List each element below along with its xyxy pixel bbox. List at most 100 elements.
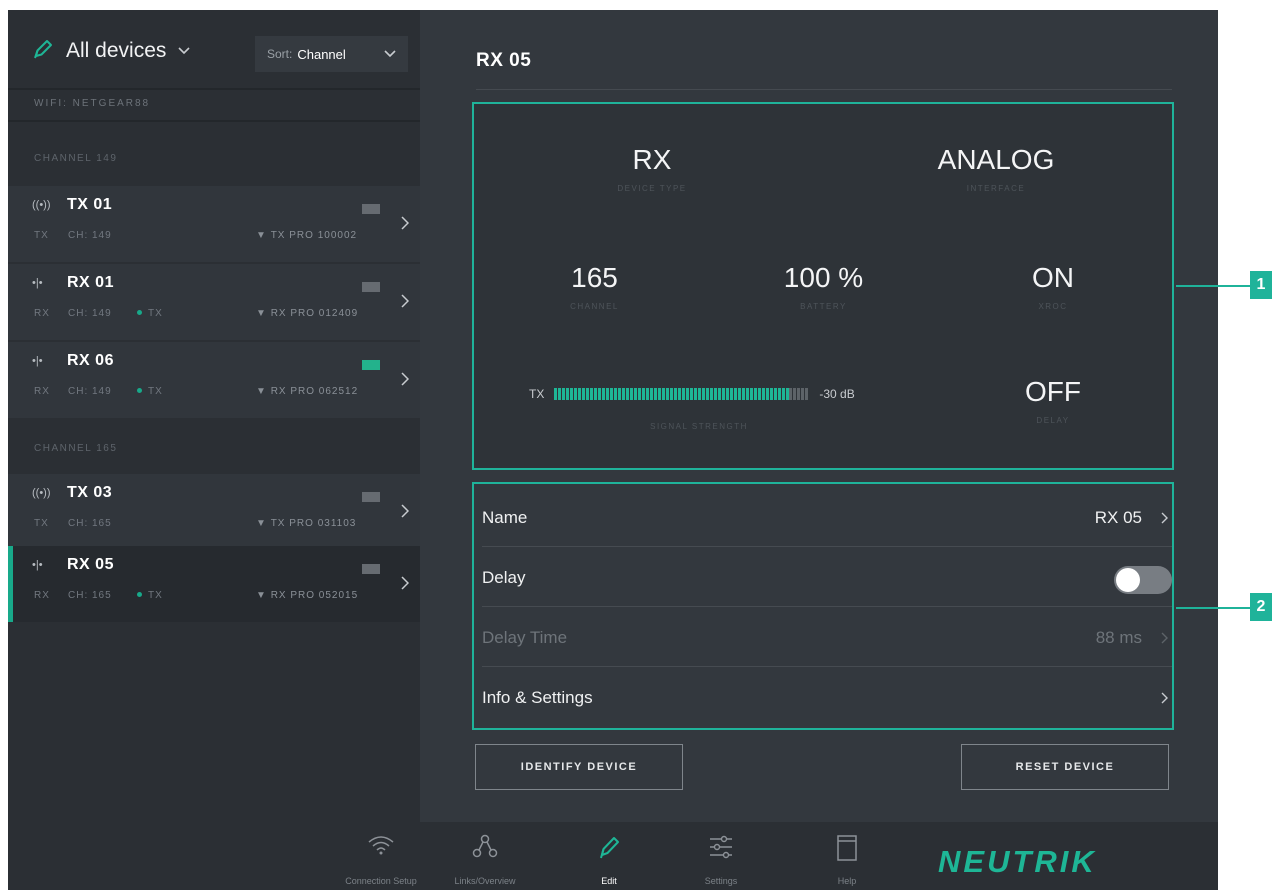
device-type: TX xyxy=(34,230,49,241)
device-row-tx03[interactable]: ((•)) TX 03 TX CH: 165 ▼ TX PRO 031103 xyxy=(8,474,420,550)
device-filter-dropdown[interactable]: All devices xyxy=(66,36,190,66)
device-sidebar: All devices Sort: Channel WIFI: NETGEAR8… xyxy=(8,10,420,818)
battery-icon xyxy=(362,282,380,292)
chevron-right-icon xyxy=(1161,632,1168,644)
chevron-right-icon xyxy=(401,294,409,308)
xroc-label: XROC xyxy=(1038,302,1068,311)
device-row-rx01[interactable]: •|• RX 01 RX CH: 149 TX ▼ RX PRO 012409 xyxy=(8,264,420,340)
transmitter-icon: ((•)) xyxy=(32,487,51,499)
nav-label: Connection Setup xyxy=(345,876,417,886)
nav-label: Links/Overview xyxy=(454,876,516,886)
battery-value: 100 % xyxy=(783,262,864,293)
battery-icon xyxy=(362,360,380,370)
device-model: ▼ RX PRO 052015 xyxy=(256,590,359,601)
channel-heading: CHANNEL 165 xyxy=(34,443,118,454)
device-row-rx06[interactable]: •|• RX 06 RX CH: 149 TX ▼ RX PRO 062512 xyxy=(8,342,420,418)
nav-connection-setup[interactable]: Connection Setup xyxy=(336,822,426,890)
xroc-value: ON xyxy=(1032,262,1074,293)
bottom-nav: Connection Setup Links/Overview Edit Set… xyxy=(8,822,1218,890)
battery-label: BATTERY xyxy=(800,302,847,311)
device-type-cell: RX DEVICE TYPE xyxy=(482,112,822,232)
nav-label: Settings xyxy=(704,876,738,886)
channel-heading: CHANNEL 149 xyxy=(34,153,118,164)
reset-device-button[interactable]: RESET DEVICE xyxy=(961,744,1169,790)
device-name: RX 05 xyxy=(67,556,114,573)
device-type: TX xyxy=(34,518,49,529)
name-setting-label: Name xyxy=(482,508,528,527)
app-window: All devices Sort: Channel WIFI: NETGEAR8… xyxy=(8,10,1218,890)
interface-cell: ANALOG INTERFACE xyxy=(826,112,1166,232)
battery-icon xyxy=(362,204,380,214)
device-model: ▼ TX PRO 031103 xyxy=(256,518,357,529)
interface-value: ANALOG xyxy=(937,144,1055,175)
delay-cell: OFF DELAY xyxy=(940,348,1166,460)
signal-db-value: -30 dB xyxy=(819,387,855,401)
toggle-knob xyxy=(1116,568,1140,592)
receiver-icon: •|• xyxy=(32,559,43,571)
info-settings-label: Info & Settings xyxy=(482,688,593,707)
channel-value: 165 xyxy=(571,262,618,293)
info-settings-row[interactable]: Info & Settings xyxy=(482,666,1172,726)
selection-indicator xyxy=(8,546,13,622)
nav-label: Help xyxy=(837,876,857,886)
nav-links-overview[interactable]: Links/Overview xyxy=(440,822,530,890)
sort-dropdown[interactable]: Sort: Channel xyxy=(255,36,408,72)
callout-connector xyxy=(1176,607,1252,609)
wifi-network-label: WIFI: NETGEAR88 xyxy=(8,88,420,122)
device-type: RX xyxy=(34,386,50,397)
signal-bar-unfilled xyxy=(788,388,810,400)
channel-label: CHANNEL xyxy=(570,302,619,311)
device-settings-list: Name RX 05 Delay Delay Time 88 ms Info &… xyxy=(472,482,1174,730)
linked-tx-indicator: TX xyxy=(137,308,163,319)
pencil-icon xyxy=(600,837,619,859)
delay-setting-label: Delay xyxy=(482,568,526,587)
callout-badge: 1 xyxy=(1250,271,1272,299)
sidebar-header: All devices Sort: Channel xyxy=(8,10,420,86)
identify-device-button[interactable]: IDENTIFY DEVICE xyxy=(475,744,683,790)
device-status-panel: RX DEVICE TYPE ANALOG INTERFACE 165 CHAN… xyxy=(472,102,1174,470)
name-setting-row[interactable]: Name RX 05 xyxy=(482,486,1172,547)
delay-toggle[interactable] xyxy=(1114,566,1172,594)
nav-label: Edit xyxy=(601,876,617,886)
chevron-right-icon xyxy=(1161,692,1168,704)
interface-label: INTERFACE xyxy=(966,184,1026,193)
nav-settings[interactable]: Settings xyxy=(676,822,766,890)
linked-tx-indicator: TX xyxy=(137,386,163,397)
transmitter-icon: ((•)) xyxy=(32,199,51,211)
battery-icon xyxy=(362,492,380,502)
sort-prefix: Sort: xyxy=(267,47,293,61)
delay-label: DELAY xyxy=(1036,416,1070,425)
delay-time-value: 88 ms xyxy=(1095,628,1142,647)
callout-badge: 2 xyxy=(1250,593,1272,621)
device-channel: CH: 165 xyxy=(68,590,112,601)
device-detail-panel: RX 05 RX DEVICE TYPE ANALOG INTERFACE 16… xyxy=(420,10,1218,822)
device-channel: CH: 165 xyxy=(68,518,112,529)
xroc-cell: ON XROC xyxy=(940,236,1166,344)
signal-strength-cell xyxy=(482,348,936,460)
device-row-rx05[interactable]: •|• RX 05 RX CH: 165 TX ▼ RX PRO 052015 xyxy=(8,546,420,622)
device-model: ▼ RX PRO 012409 xyxy=(256,308,359,319)
linked-tx-indicator: TX xyxy=(137,590,163,601)
pencil-icon[interactable] xyxy=(32,38,54,60)
device-channel: CH: 149 xyxy=(68,230,112,241)
sort-value: Channel xyxy=(297,46,346,62)
signal-strength-label: SIGNAL STRENGTH xyxy=(650,422,748,431)
device-model: ▼ TX PRO 100002 xyxy=(256,230,358,241)
device-type-label: DEVICE TYPE xyxy=(617,184,687,193)
chevron-down-icon xyxy=(178,47,190,55)
nav-edit[interactable]: Edit xyxy=(564,822,654,890)
delay-time-setting-row[interactable]: Delay Time 88 ms xyxy=(482,606,1172,667)
delay-setting-row: Delay xyxy=(482,546,1172,607)
signal-bar xyxy=(554,388,810,400)
device-name: RX 06 xyxy=(67,352,114,369)
channel-cell: 165 CHANNEL xyxy=(482,236,707,344)
chevron-right-icon xyxy=(401,576,409,590)
device-name: TX 01 xyxy=(67,196,113,213)
device-row-tx01[interactable]: ((•)) TX 01 TX CH: 149 ▼ TX PRO 100002 xyxy=(8,186,420,262)
battery-icon xyxy=(362,564,380,574)
nav-help[interactable]: Help xyxy=(802,822,892,890)
book-icon xyxy=(837,835,857,861)
device-channel: CH: 149 xyxy=(68,386,112,397)
sliders-icon xyxy=(710,835,732,859)
device-name: RX 01 xyxy=(67,274,114,291)
